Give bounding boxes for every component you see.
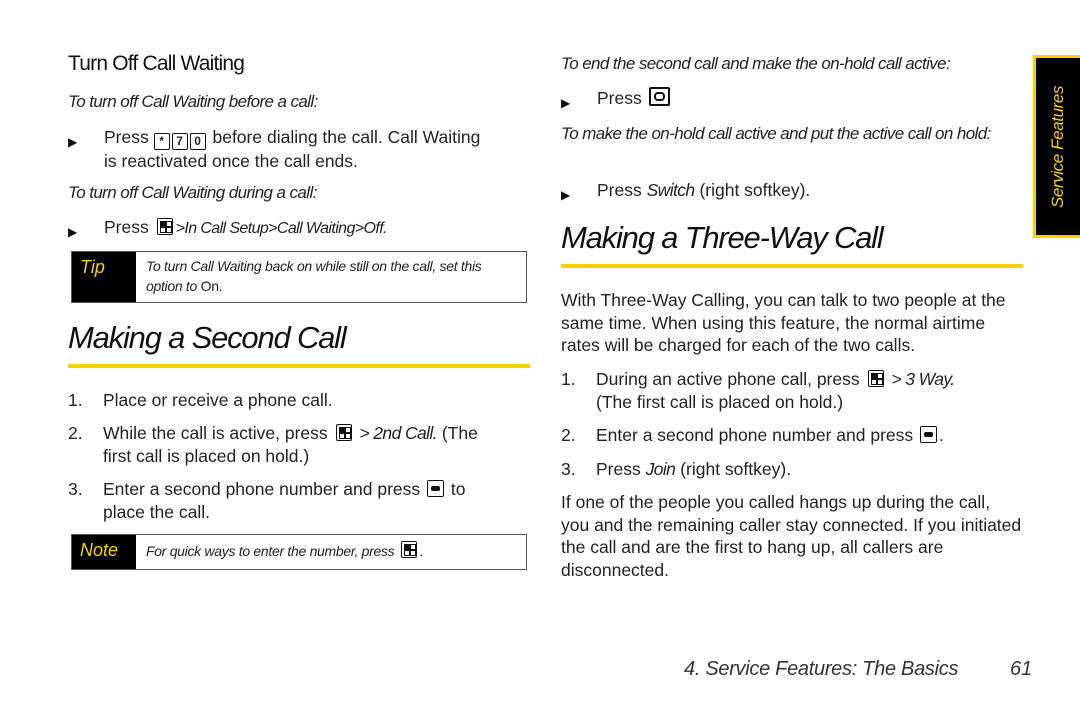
- menu-key-icon: [156, 218, 173, 235]
- step-text-post: to: [450, 479, 466, 499]
- bullet-text-line2: is reactivated once the call ends.: [104, 151, 358, 171]
- three-way-title: Making a Three-Way Call: [561, 220, 884, 255]
- step-text-line2: first call is placed on hold.): [103, 445, 310, 466]
- step-number: 2.: [68, 423, 83, 443]
- talk-key-icon: [920, 426, 938, 443]
- step-text: Press: [596, 459, 641, 479]
- softkey-name: Join: [645, 459, 676, 479]
- step-3: 3. Press Join (right softkey).: [561, 458, 791, 481]
- bullet-arrow-icon: ▶: [561, 188, 571, 202]
- note-text: For quick ways to enter the number, pres…: [146, 541, 424, 559]
- step-text-line2: (The first call is placed on hold.): [596, 391, 844, 412]
- step-number: 3.: [68, 479, 83, 499]
- menu-path: >In Call Setup>Call Waiting>Off.: [175, 220, 388, 237]
- bullet-text: (right softkey).: [699, 180, 811, 200]
- press-label: Press: [597, 88, 642, 108]
- tip-value: On.: [200, 278, 223, 294]
- step-text: While the call is active, press: [103, 423, 328, 443]
- press-label: Press: [597, 180, 642, 200]
- note-label: Note: [72, 535, 136, 569]
- title-rule: [68, 364, 530, 368]
- bullet-arrow-icon: ▶: [68, 135, 78, 149]
- seven-key-icon: 7: [171, 133, 188, 150]
- step-number: 3.: [561, 459, 576, 479]
- tip-text: To turn Call Waiting back on while still…: [136, 252, 526, 302]
- three-way-intro: With Three-Way Calling, you can talk to …: [561, 290, 1006, 355]
- switch-bullet: ▶ Press Switch (right softkey).: [561, 179, 810, 202]
- menu-key-icon: [400, 541, 417, 558]
- step-text-post: .: [939, 425, 944, 445]
- step-text: Enter a second phone number and press: [596, 425, 914, 445]
- end-key-icon: [648, 87, 670, 106]
- menu-path: > 2nd Call.: [359, 423, 437, 443]
- bullet-text-line1: before dialing the call. Call Waiting: [212, 127, 481, 147]
- step-text-post: (The: [441, 423, 478, 443]
- note-body: For quick ways to enter the number, pres…: [146, 543, 395, 559]
- bullet-arrow-icon: ▶: [68, 225, 78, 239]
- step-2: 2. While the call is active, press > 2nd…: [68, 422, 533, 467]
- softkey-name: Switch: [646, 180, 696, 200]
- menu-path: > 3 Way.: [891, 369, 955, 389]
- side-tab-label: Service Features: [1048, 85, 1067, 208]
- page-number: 61: [1010, 658, 1033, 680]
- step-number: 2.: [561, 425, 576, 445]
- tip-label: Tip: [72, 252, 136, 302]
- step-text: Place or receive a phone call.: [103, 390, 333, 410]
- step-2: 2. Enter a second phone number and press…: [561, 424, 944, 447]
- bullet-arrow-icon: ▶: [561, 96, 571, 110]
- tip-callout: Tip To turn Call Waiting back on while s…: [71, 251, 527, 303]
- menu-key-icon: [335, 424, 352, 441]
- press-label: Press: [104, 217, 149, 237]
- three-way-outro: If one of the people you called hangs up…: [561, 492, 1022, 580]
- step-text: During an active phone call, press: [596, 369, 860, 389]
- press-label: Press: [104, 127, 149, 147]
- section-title-turn-off-call-waiting: Turn Off Call Waiting: [68, 52, 245, 75]
- step-text: Enter a second phone number and press: [103, 479, 421, 499]
- section-side-tab: Service Features: [1033, 55, 1080, 238]
- before-call-heading: To turn off Call Waiting before a call:: [68, 92, 318, 111]
- title-rule: [561, 264, 1023, 268]
- second-call-title: Making a Second Call: [68, 320, 347, 355]
- switch-heading: To make the on-hold call active and put …: [561, 124, 991, 143]
- menu-key-icon: [867, 370, 884, 387]
- before-call-bullet: ▶ Press * 7 0 before dialing the call. Cal…: [68, 126, 480, 173]
- step-number: 1.: [561, 369, 576, 389]
- step-text-post: (right softkey).: [680, 459, 792, 479]
- during-call-bullet: ▶ Press >In Call Setup>Call Waiting>Off.: [68, 216, 388, 241]
- footer-section-title: 4. Service Features: The Basics: [684, 658, 959, 680]
- step-1: 1. Place or receive a phone call.: [68, 389, 333, 412]
- talk-key-icon: [427, 480, 445, 497]
- note-callout: Note For quick ways to enter the number,…: [71, 534, 527, 570]
- end-second-call-bullet: ▶ Press: [561, 87, 672, 110]
- step-3: 3. Enter a second phone number and press…: [68, 478, 533, 523]
- star-key-icon: *: [153, 133, 170, 150]
- zero-key-icon: 0: [189, 133, 206, 150]
- step-1: 1. During an active phone call, press > …: [561, 368, 1026, 413]
- step-number: 1.: [68, 390, 83, 410]
- end-second-call-heading: To end the second call and make the on-h…: [561, 54, 951, 73]
- tip-body: To turn Call Waiting back on while still…: [146, 258, 482, 294]
- during-call-heading: To turn off Call Waiting during a call:: [68, 183, 317, 202]
- step-text-line2: place the call.: [103, 501, 211, 522]
